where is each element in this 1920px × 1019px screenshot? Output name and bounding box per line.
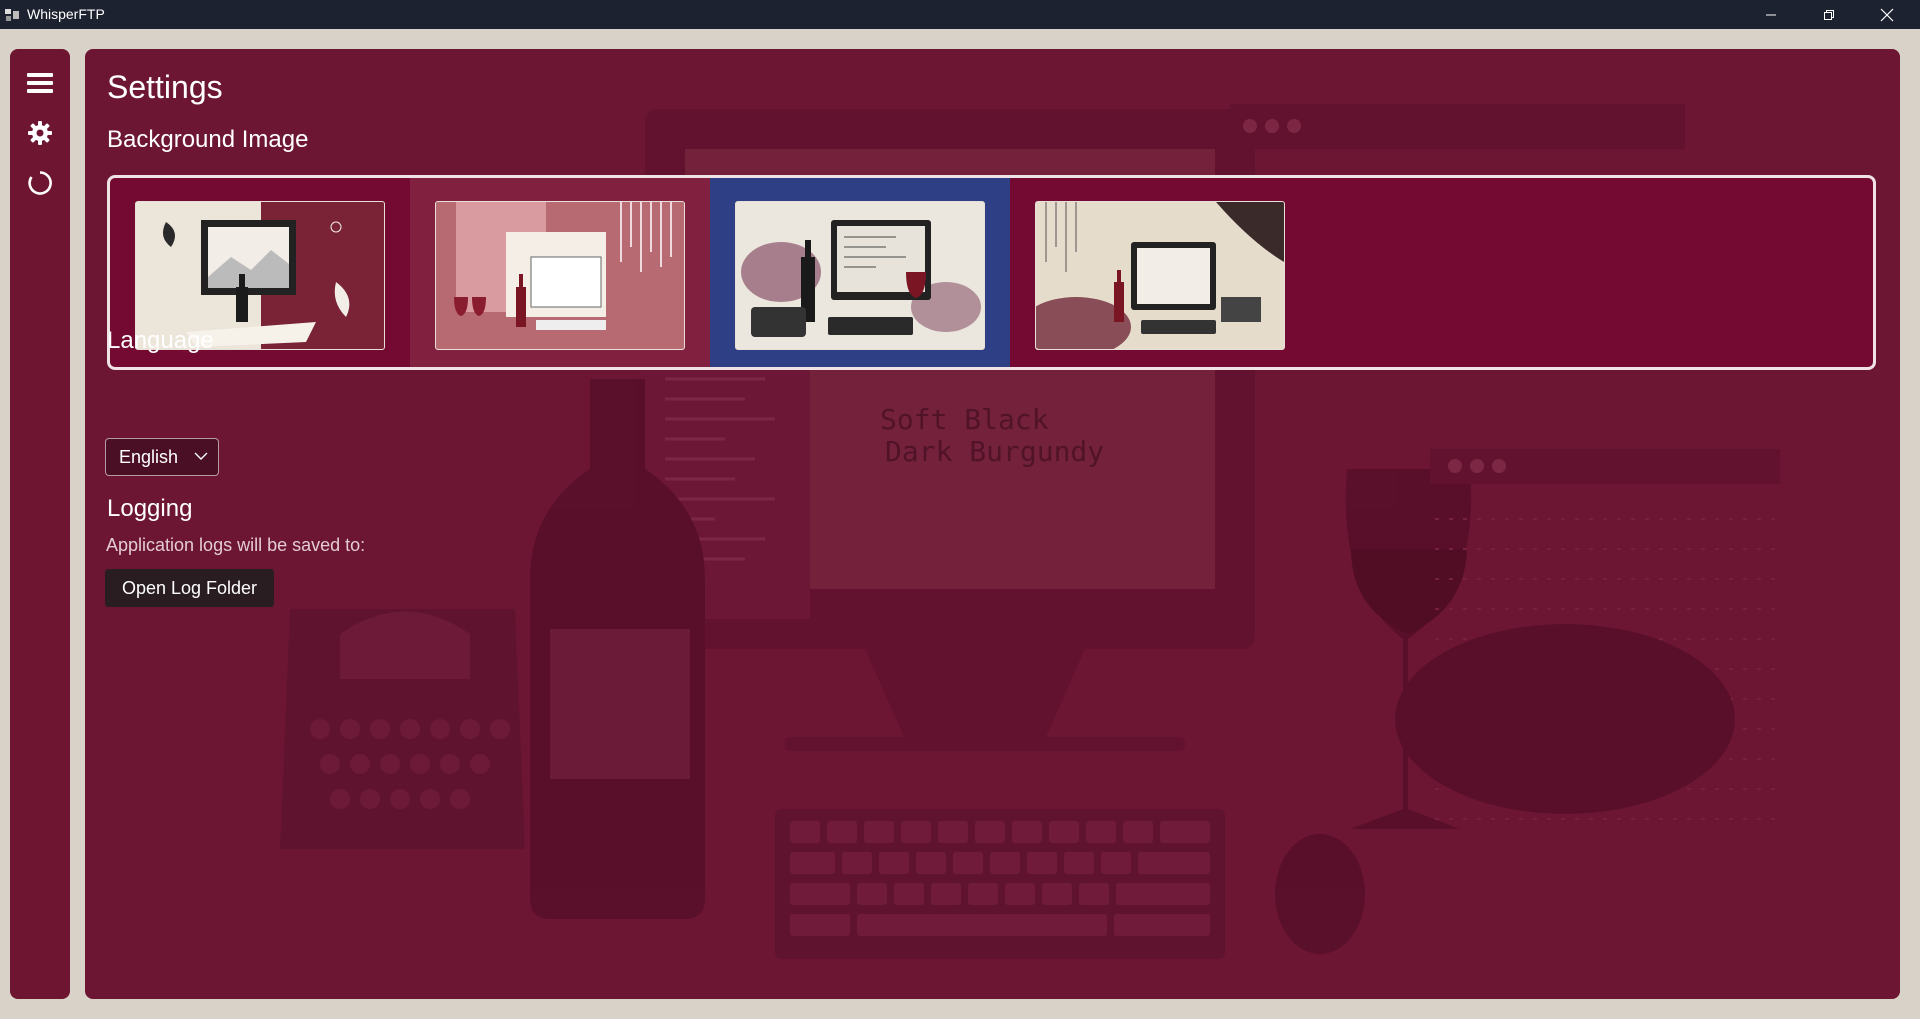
background-thumbnail (1035, 201, 1285, 350)
settings-panel: Soft Black Dark Burgundy Settings Backgr… (85, 49, 1900, 999)
background-option-3[interactable] (710, 178, 1010, 367)
minimize-icon (1766, 14, 1776, 15)
close-icon (1880, 8, 1894, 21)
minimize-button[interactable] (1742, 0, 1800, 29)
page-title: Settings (107, 69, 223, 105)
menu-icon (27, 73, 53, 93)
sidebar-menu-button[interactable] (25, 68, 55, 98)
sidebar-settings-button[interactable] (25, 118, 55, 148)
logging-heading: Logging (107, 495, 193, 522)
title-bar: WhisperFTP (0, 0, 1920, 29)
background-option-4[interactable] (1010, 178, 1310, 367)
chevron-down-icon (194, 452, 208, 460)
background-image-gallery (107, 175, 1876, 370)
logging-description: Application logs will be saved to: (106, 535, 366, 555)
language-select-value: English (119, 447, 179, 467)
close-button[interactable] (1858, 0, 1916, 29)
sidebar (10, 49, 70, 999)
background-thumbnail (735, 201, 985, 350)
refresh-icon (28, 171, 52, 195)
open-log-folder-button[interactable]: Open Log Folder (105, 569, 274, 607)
gear-icon (28, 121, 52, 145)
background-option-2[interactable] (410, 178, 710, 367)
background-thumbnail (435, 201, 685, 350)
sidebar-refresh-button[interactable] (25, 168, 55, 198)
restore-icon (1824, 9, 1834, 20)
language-heading: Language (107, 327, 214, 354)
window-title: WhisperFTP (27, 6, 105, 22)
background-image-heading: Background Image (107, 126, 309, 153)
app-icon (5, 9, 19, 21)
language-select[interactable]: English (105, 438, 219, 476)
restore-button[interactable] (1800, 0, 1858, 29)
